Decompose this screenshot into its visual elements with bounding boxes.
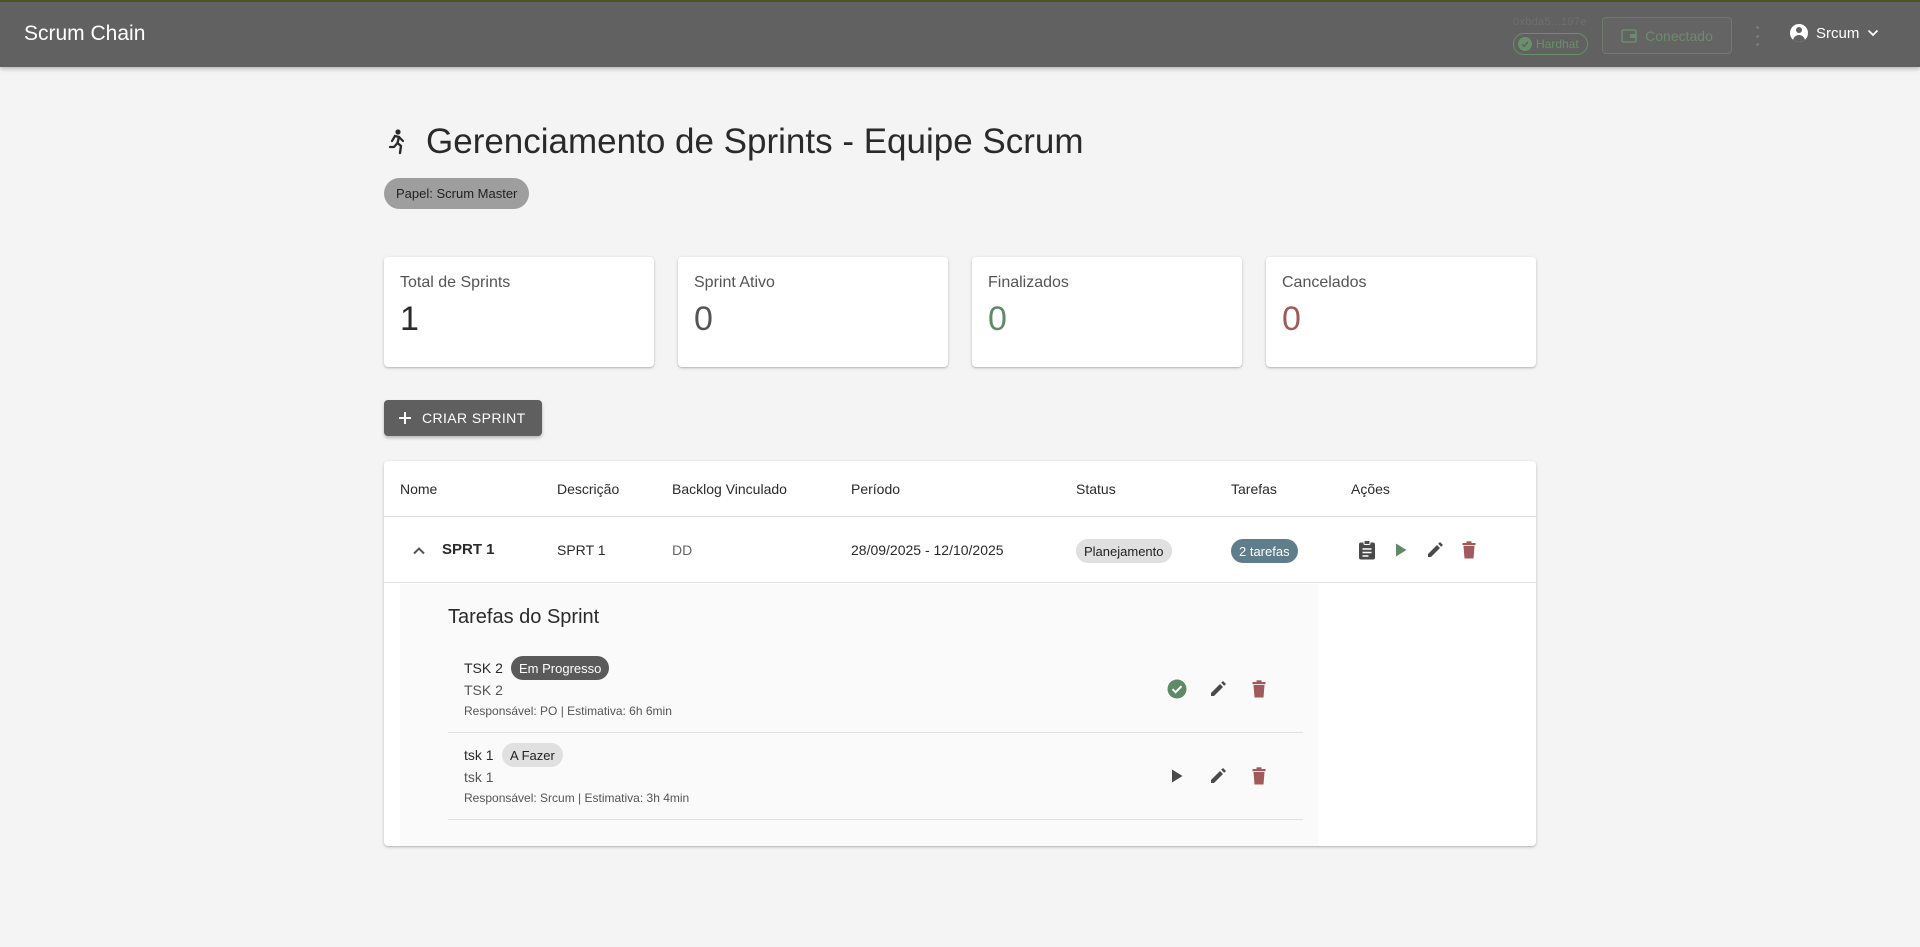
- task-meta: Responsável: Srcum | Estimativa: 3h 4min: [464, 791, 690, 805]
- tasks-panel-title: Tarefas do Sprint: [448, 606, 600, 628]
- network-chip: Hardhat: [1513, 33, 1588, 55]
- task-meta: Responsável: PO | Estimativa: 6h 6min: [464, 704, 672, 718]
- edit-icon[interactable]: [1421, 536, 1449, 564]
- stat-label: Total de Sprints: [400, 274, 511, 291]
- stat-label: Sprint Ativo: [694, 274, 775, 291]
- edit-icon[interactable]: [1204, 675, 1232, 703]
- task-name: TSK 2: [464, 660, 503, 676]
- task-name: tsk 1: [464, 747, 494, 763]
- sprint-backlog: DD: [672, 542, 693, 558]
- column-header-backlog: Backlog Vinculado: [672, 481, 787, 497]
- create-sprint-label: CRIAR SPRINT: [422, 410, 526, 426]
- edit-icon[interactable]: [1204, 762, 1232, 790]
- app-bar: Scrum Chain 0xbda5...197e Hardhat Conect…: [0, 0, 1920, 67]
- sprint-description: SPRT 1: [557, 542, 606, 558]
- column-header-description: Descrição: [557, 481, 620, 497]
- chevron-down-icon: [1868, 29, 1879, 37]
- collapse-row-button[interactable]: [404, 535, 434, 565]
- stat-card-active: Sprint Ativo 0: [678, 257, 948, 367]
- wallet-icon: [1621, 28, 1637, 43]
- plus-icon: [399, 412, 411, 424]
- user-menu[interactable]: Srcum: [1790, 24, 1879, 42]
- column-header-actions: Ações: [1351, 481, 1390, 497]
- user-name: Srcum: [1816, 24, 1860, 42]
- stat-card-finished: Finalizados 0: [972, 257, 1242, 367]
- create-sprint-button[interactable]: CRIAR SPRINT: [384, 400, 542, 436]
- stat-label: Cancelados: [1282, 274, 1367, 291]
- tasks-count-badge: 2 tarefas: [1231, 539, 1298, 563]
- stat-value: 0: [1282, 300, 1301, 338]
- stat-value: 0: [694, 300, 713, 338]
- assignment-icon[interactable]: [1353, 536, 1381, 564]
- list-item: TSK 2 Em Progresso TSK 2 Responsável: PO…: [448, 646, 1303, 733]
- list-item: tsk 1 A Fazer tsk 1 Responsável: Srcum |…: [448, 733, 1303, 820]
- wallet-connected-button[interactable]: Conectado: [1602, 17, 1732, 54]
- play-icon[interactable]: [1163, 762, 1191, 790]
- check-circle-icon[interactable]: [1163, 675, 1191, 703]
- delete-icon[interactable]: [1455, 536, 1483, 564]
- column-header-name: Nome: [400, 481, 438, 497]
- account-circle-icon: [1790, 24, 1808, 42]
- stat-card-cancelled: Cancelados 0: [1266, 257, 1536, 367]
- page-header: Gerenciamento de Sprints - Equipe Scrum: [384, 122, 1084, 162]
- task-status-badge: A Fazer: [502, 743, 563, 767]
- delete-icon[interactable]: [1245, 762, 1273, 790]
- check-circle-icon: [1518, 37, 1532, 51]
- role-chip: Papel: Scrum Master: [384, 178, 530, 209]
- column-header-status: Status: [1076, 481, 1116, 497]
- table-row: SPRT 1 SPRT 1 DD 28/09/2025 - 12/10/2025…: [384, 517, 1536, 583]
- play-icon[interactable]: [1387, 536, 1415, 564]
- stat-label: Finalizados: [988, 274, 1069, 291]
- sprint-name: SPRT 1: [442, 541, 495, 558]
- stat-value: 0: [988, 300, 1007, 338]
- network-chip-label: Hardhat: [1536, 37, 1579, 51]
- stat-value: 1: [400, 300, 419, 338]
- sprint-period: 28/09/2025 - 12/10/2025: [851, 542, 1004, 558]
- status-badge: Planejamento: [1076, 539, 1172, 563]
- directions-run-icon: [388, 129, 405, 155]
- network-info: 0xbda5...197e Hardhat: [1513, 16, 1595, 58]
- stat-card-total: Total de Sprints 1: [384, 257, 654, 367]
- task-description: tsk 1: [464, 769, 494, 785]
- column-header-period: Período: [851, 481, 901, 497]
- chevron-up-icon: [413, 546, 425, 554]
- table-header: Nome Descrição Backlog Vinculado Período…: [384, 461, 1536, 517]
- wallet-address: 0xbda5...197e: [1513, 16, 1587, 28]
- sprint-tasks-panel: Tarefas do Sprint TSK 2 Em Progresso TSK…: [400, 584, 1318, 846]
- page-title: Gerenciamento de Sprints - Equipe Scrum: [426, 122, 1084, 161]
- delete-icon[interactable]: [1245, 675, 1273, 703]
- column-header-tasks: Tarefas: [1231, 481, 1277, 497]
- task-status-badge: Em Progresso: [511, 656, 610, 680]
- app-title: Scrum Chain: [24, 22, 146, 45]
- task-description: TSK 2: [464, 682, 503, 698]
- more-vert-icon[interactable]: [1752, 26, 1762, 46]
- sprints-table: Nome Descrição Backlog Vinculado Período…: [384, 461, 1536, 846]
- wallet-connected-label: Conectado: [1645, 27, 1713, 44]
